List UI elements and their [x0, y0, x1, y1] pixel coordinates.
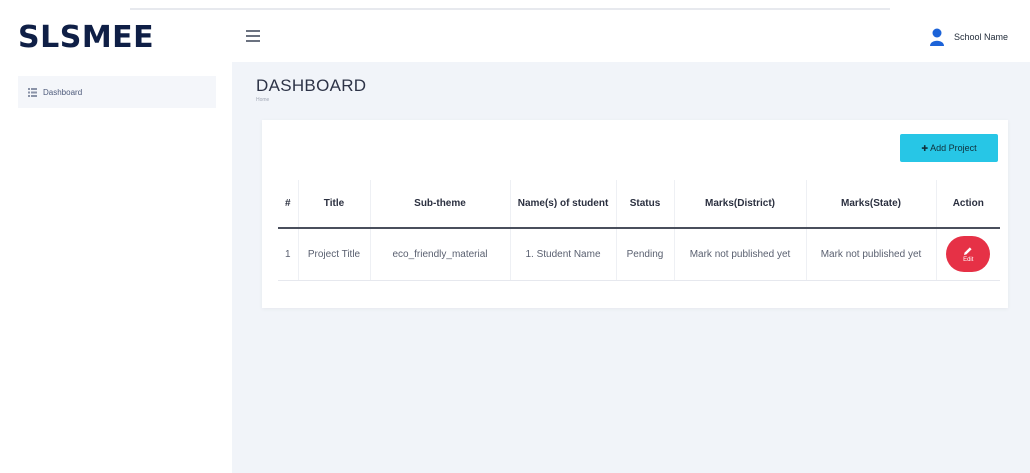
- column-header-title: Title: [298, 180, 371, 229]
- projects-card: ✚ Add Project # Title Sub-theme Name(s) …: [262, 120, 1008, 308]
- sidebar: Dashboard: [0, 62, 232, 473]
- table-row: 1 Project Title eco_friendly_material 1.…: [278, 228, 1000, 281]
- add-project-button[interactable]: ✚ Add Project: [900, 134, 998, 162]
- column-header-status: Status: [616, 180, 675, 229]
- column-header-marks-district: Marks(District): [674, 180, 807, 229]
- plus-icon: ✚: [921, 143, 929, 153]
- column-header-action: Action: [936, 180, 1000, 229]
- project-title: Project Title: [298, 228, 371, 281]
- user-icon: [930, 28, 944, 46]
- marks-state: Mark not published yet: [806, 228, 937, 281]
- edit-label: Edit: [963, 256, 974, 263]
- status-text: Pending: [616, 228, 675, 281]
- page-title: DASHBOARD: [256, 76, 367, 95]
- column-header-number: #: [278, 180, 299, 229]
- pencil-icon: [964, 247, 972, 255]
- projects-table: # Title Sub-theme Name(s) of student Sta…: [278, 180, 1000, 281]
- app-brand[interactable]: SLSMEE: [18, 20, 154, 55]
- action-cell: Edit: [936, 228, 1000, 281]
- breadcrumb[interactable]: Home: [256, 97, 269, 103]
- user-name: School Name: [954, 32, 1009, 42]
- column-header-marks-state: Marks(State): [806, 180, 937, 229]
- sub-theme: eco_friendly_material: [370, 228, 511, 281]
- edit-button[interactable]: Edit: [946, 236, 991, 273]
- column-header-sub-theme: Sub-theme: [370, 180, 511, 229]
- sidebar-item-dashboard[interactable]: Dashboard: [18, 76, 216, 108]
- column-header-students: Name(s) of student: [510, 180, 617, 229]
- row-number: 1: [278, 228, 299, 281]
- top-header: SLSMEE School Name: [0, 0, 1030, 62]
- user-menu[interactable]: School Name: [930, 26, 1008, 48]
- student-names: 1. Student Name: [510, 228, 617, 281]
- add-project-label: Add Project: [930, 143, 977, 153]
- header-divider: [130, 8, 890, 10]
- marks-district: Mark not published yet: [674, 228, 807, 281]
- hamburger-menu-icon[interactable]: [246, 30, 260, 42]
- sidebar-item-label: Dashboard: [43, 87, 83, 97]
- table-header-row: # Title Sub-theme Name(s) of student Sta…: [278, 180, 1000, 229]
- list-icon: [28, 87, 37, 97]
